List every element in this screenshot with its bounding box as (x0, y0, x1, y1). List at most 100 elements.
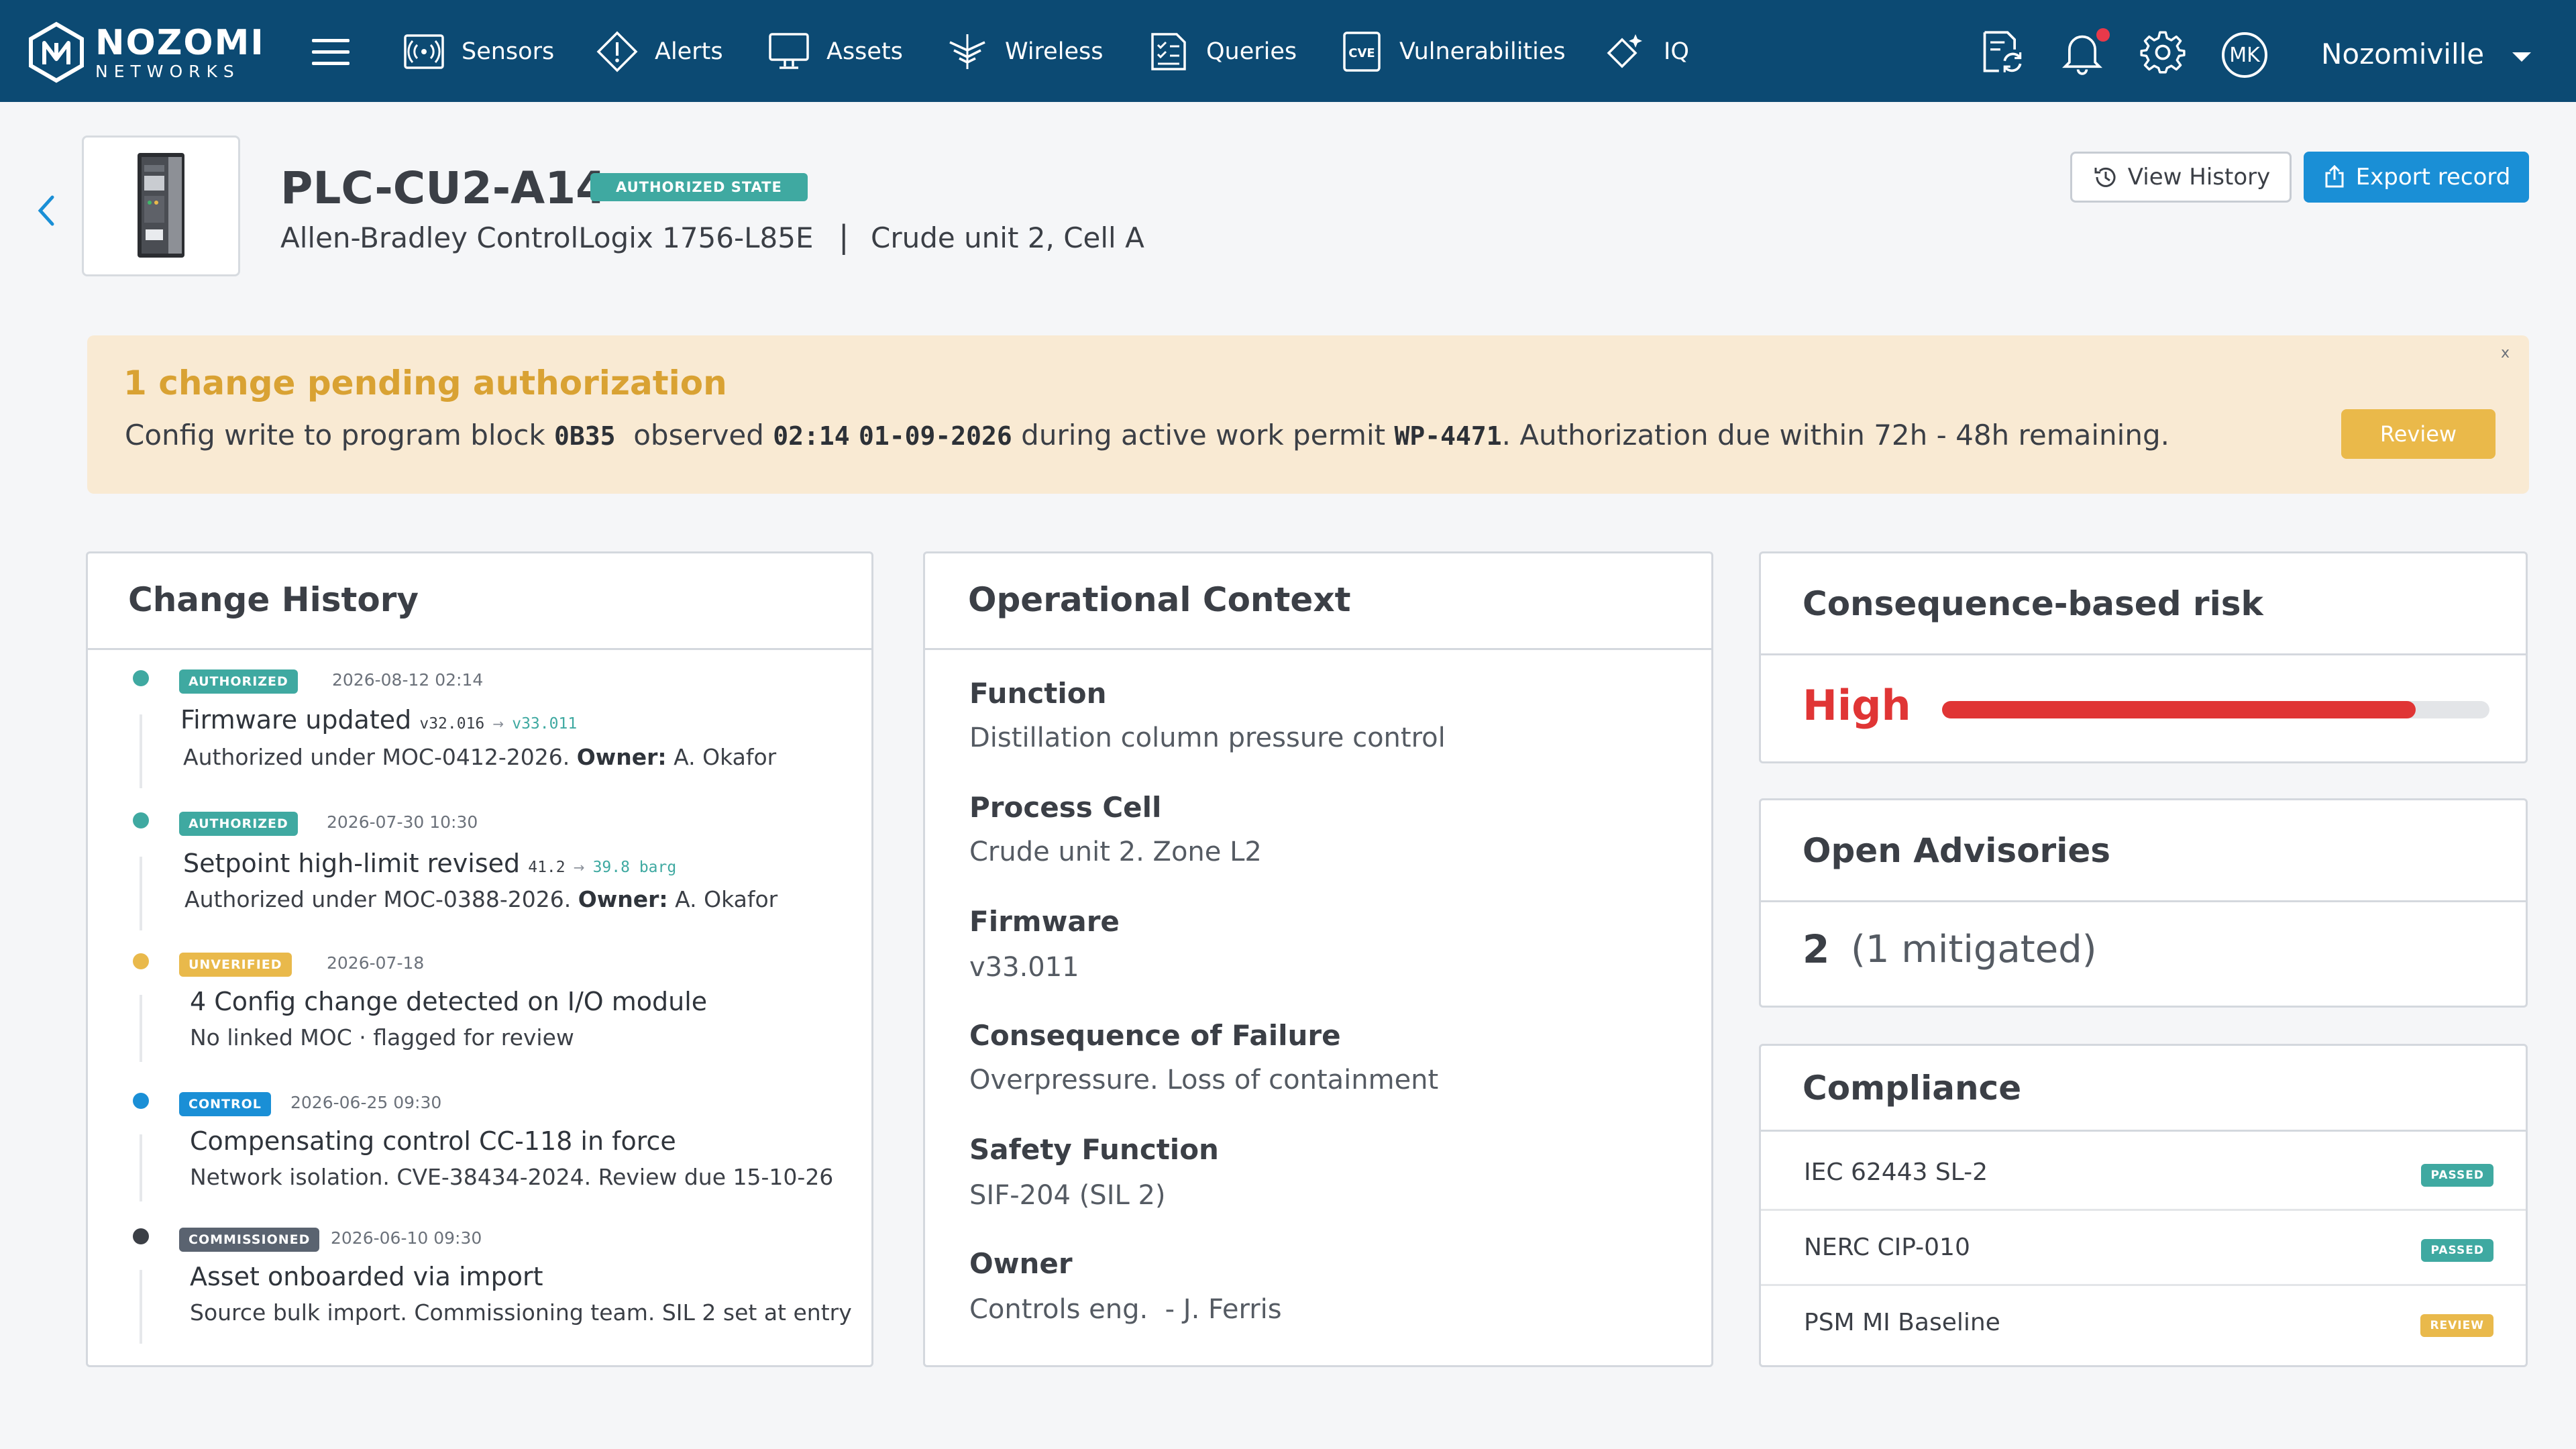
banner-text-part: Config write to program block (125, 419, 545, 451)
field-label-consequence: Consequence of Failure (969, 1019, 1341, 1052)
settings-gear-icon[interactable] (2140, 30, 2186, 75)
asset-location: Crude unit 2, Cell A (871, 221, 1144, 254)
sync-report-icon[interactable] (1979, 30, 2025, 75)
site-selector-label[interactable]: Nozomiville (2321, 38, 2484, 70)
logo-text-line1: NOZOMI (95, 22, 265, 63)
operational-context-title: Operational Context (968, 580, 1351, 619)
timeline-date: 2026-07-18 (327, 953, 425, 973)
asset-title: PLC-CU2-A14 (280, 162, 607, 214)
nav-sensors[interactable]: Sensors (402, 28, 554, 75)
timeline-badge: COMMISSIONED (179, 1228, 320, 1252)
history-clock-icon (2094, 167, 2116, 187)
owner-label: Owner: (578, 886, 668, 912)
version-to: v33.011 (512, 715, 578, 733)
compliance-row[interactable]: PSM MI Baseline REVIEW (1761, 1286, 2526, 1361)
field-value-firmware: v33.011 (969, 952, 1079, 983)
compliance-row[interactable]: NERC CIP-010 PASSED (1761, 1211, 2526, 1286)
nav-wireless[interactable]: Wireless (946, 28, 1103, 75)
logo-text-line2: NETWORKS (95, 61, 240, 81)
work-permit-id: WP-4471 (1394, 421, 1502, 451)
compliance-status-badge: REVIEW (2420, 1314, 2493, 1337)
top-navbar: NOZOMI NETWORKS Sensors Alerts Assets Wi… (0, 0, 2576, 102)
export-share-icon (2325, 165, 2344, 188)
setpoint-from: 41.2 (528, 859, 566, 876)
risk-level: High (1803, 681, 1911, 730)
nav-alerts[interactable]: Alerts (596, 28, 723, 75)
consequence-risk-card: Consequence-based risk High (1759, 551, 2528, 763)
cve-icon: CVE (1343, 32, 1381, 72)
timeline-date: 2026-07-30 10:30 (327, 812, 478, 832)
nav-assets[interactable]: Assets (767, 28, 903, 75)
advisories-count: 2 (1803, 926, 1830, 972)
timeline-sub-text: Authorized under MOC-0388-2026. (184, 886, 572, 912)
field-value-function: Distillation column pressure control (969, 722, 1446, 753)
timeline-title: Firmware updated v32.016 → v33.011 (180, 705, 577, 735)
timeline-date: 2026-08-12 02:14 (332, 670, 484, 690)
compliance-status-badge: PASSED (2421, 1239, 2493, 1262)
view-history-label: View History (2127, 164, 2271, 191)
notification-dot (2096, 28, 2110, 42)
banner-date: 01-09-2026 (859, 421, 1012, 451)
banner-text-part: . Authorization due within 72h - 48h rem… (1501, 419, 2169, 451)
timeline-title-text: Setpoint high-limit revised (183, 849, 521, 878)
wireless-icon (949, 34, 985, 69)
compliance-status-badge: PASSED (2421, 1164, 2493, 1187)
compliance-title: Compliance (1803, 1069, 2022, 1108)
timeline-sub: Network isolation. CVE-38434-2024. Revie… (190, 1164, 834, 1190)
nav-iq[interactable]: IQ (1605, 28, 1689, 75)
compliance-row[interactable]: IEC 62443 SL-2 PASSED (1761, 1136, 2526, 1211)
nav-queries-label: Queries (1206, 38, 1297, 65)
banner-text: Config write to program block 0B35 obser… (125, 419, 2169, 451)
menu-hamburger-icon[interactable] (312, 39, 350, 66)
nav-queries[interactable]: Queries (1147, 28, 1297, 75)
timeline-line (140, 1134, 142, 1201)
nav-wireless-label: Wireless (1005, 38, 1104, 65)
owner-label: Owner: (576, 744, 667, 770)
monitor-icon (769, 33, 809, 69)
compliance-standard: NERC CIP-010 (1804, 1234, 1970, 1261)
nozomi-logo[interactable]: NOZOMI NETWORKS (24, 20, 266, 85)
chevron-down-icon[interactable] (2512, 52, 2531, 62)
banner-text-part: during active work permit (1021, 419, 1386, 451)
operational-context-header: Operational Context (925, 553, 1711, 650)
banner-close-button[interactable]: x (2501, 345, 2510, 362)
timeline-badge: UNVERIFIED (179, 953, 292, 977)
timeline-sub: Authorized under MOC-0412-2026. Owner: A… (183, 744, 776, 770)
timeline-dot (133, 670, 149, 686)
timeline-badge: AUTHORIZED (179, 669, 298, 694)
timeline-sub: Authorized under MOC-0388-2026. Owner: A… (184, 886, 777, 912)
open-advisories-card[interactable]: Open Advisories 2 (1 mitigated) (1759, 798, 2528, 1008)
nav-vulnerabilities-label: Vulnerabilities (1399, 38, 1566, 65)
owner-name: A. Okafor (674, 744, 777, 770)
timeline-sub-text: Authorized under MOC-0412-2026. (183, 744, 570, 770)
view-history-button[interactable]: View History (2070, 152, 2292, 203)
timeline-dot (133, 953, 149, 969)
iq-icon (1607, 34, 1642, 68)
field-value-safety-function: SIF-204 (SIL 2) (969, 1180, 1166, 1211)
timeline-title: 4 Config change detected on I/O module (190, 987, 708, 1016)
user-avatar[interactable]: MK (2222, 32, 2267, 78)
pending-authorization-banner: 1 change pending authorization Config wr… (87, 335, 2529, 494)
change-history-header: Change History (88, 553, 871, 650)
compliance-card: Compliance IEC 62443 SL-2 PASSED NERC CI… (1759, 1044, 2528, 1367)
operational-context-card: Operational Context Function Distillatio… (923, 551, 1713, 1367)
timeline-line (140, 1270, 142, 1344)
advisories-header: Open Advisories (1761, 800, 2526, 902)
version-from: v32.016 (419, 715, 485, 733)
queries-icon (1151, 33, 1186, 70)
advisories-title: Open Advisories (1803, 831, 2111, 870)
authorized-state-badge: AUTHORIZED STATE (590, 173, 808, 201)
back-chevron-icon[interactable] (32, 191, 59, 231)
change-history-card: Change History AUTHORIZED 2026-08-12 02:… (86, 551, 873, 1367)
timeline-line (140, 714, 142, 788)
timeline-line (140, 995, 142, 1062)
export-record-button[interactable]: Export record (2304, 152, 2529, 203)
nav-vulnerabilities[interactable]: CVE Vulnerabilities (1340, 28, 1566, 75)
timeline-title: Compensating control CC-118 in force (190, 1126, 676, 1156)
owner-name: A. Okafor (675, 886, 778, 912)
header-separator: | (839, 219, 849, 255)
compliance-standard: PSM MI Baseline (1804, 1309, 2000, 1336)
nav-alerts-label: Alerts (655, 38, 723, 65)
review-button[interactable]: Review (2341, 409, 2496, 459)
risk-bar-fill (1942, 701, 2416, 718)
